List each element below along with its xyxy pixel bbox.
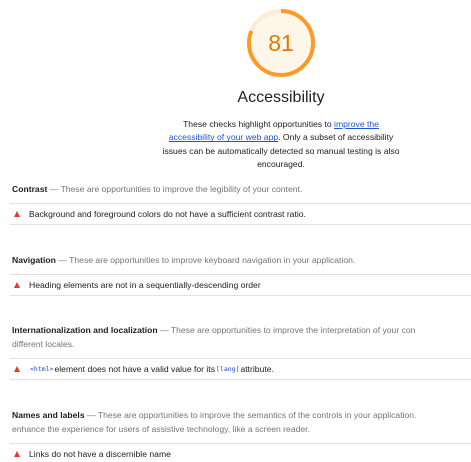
group-description: These are opportunities to improve the i…: [170, 325, 416, 335]
group-description-continued: different locales.: [12, 339, 75, 349]
audit-title: Background and foreground colors do not …: [29, 209, 306, 219]
group-description-line2: different locales.: [12, 338, 471, 351]
audit-html-lang-valid[interactable]: <html> element does not have a valid val…: [10, 358, 471, 380]
group-dash: —: [84, 410, 98, 420]
group-name: Contrast: [12, 184, 48, 194]
fail-triangle-icon: [14, 366, 20, 372]
audit-title-end: attribute.: [240, 364, 274, 374]
group-header-internationalization: Internationalization and localization — …: [12, 324, 471, 337]
group-header-names-labels: Names and labels — These are opportuniti…: [12, 409, 471, 422]
group-header-contrast: Contrast — These are opportunities to im…: [12, 183, 471, 196]
score-value: 81: [268, 30, 294, 56]
score-gauge[interactable]: 81: [245, 7, 317, 79]
group-description-line2: enhance the experience for users of assi…: [12, 423, 471, 436]
fail-triangle-icon: [14, 211, 20, 217]
category-description: These checks highlight opportunities to …: [160, 118, 402, 172]
audit-link-name[interactable]: Links do not have a discernible name: [10, 443, 471, 462]
description-text-before: These checks highlight opportunities to: [183, 119, 335, 129]
code-lang-attr: [lang]: [216, 365, 240, 373]
group-description: These are opportunities to improve keybo…: [69, 255, 356, 265]
fail-triangle-icon: [14, 282, 20, 288]
group-name: Navigation: [12, 255, 56, 265]
group-dash: —: [157, 325, 171, 335]
group-description: These are opportunities to improve the s…: [97, 410, 417, 420]
group-description-continued: enhance the experience for users of assi…: [12, 424, 310, 434]
audit-title-middle: element does not have a valid value for …: [54, 364, 215, 374]
audit-heading-order[interactable]: Heading elements are not in a sequential…: [10, 274, 471, 296]
accessibility-report: 81 Accessibility These checks highlight …: [0, 0, 471, 462]
group-dash: —: [55, 255, 70, 265]
group-description: These are opportunities to improve the l…: [60, 184, 303, 194]
category-title: Accessibility: [237, 89, 325, 106]
audit-title: Links do not have a discernible name: [29, 449, 171, 459]
fail-triangle-icon: [14, 451, 20, 457]
audit-color-contrast[interactable]: Background and foreground colors do not …: [10, 203, 471, 225]
group-name: Internationalization and localization: [12, 325, 158, 335]
group-header-navigation: Navigation — These are opportunities to …: [12, 254, 471, 267]
group-name: Names and labels: [12, 410, 85, 420]
audit-title: Heading elements are not in a sequential…: [29, 280, 261, 290]
code-html-tag: <html>: [30, 365, 54, 373]
group-dash: —: [47, 184, 61, 194]
